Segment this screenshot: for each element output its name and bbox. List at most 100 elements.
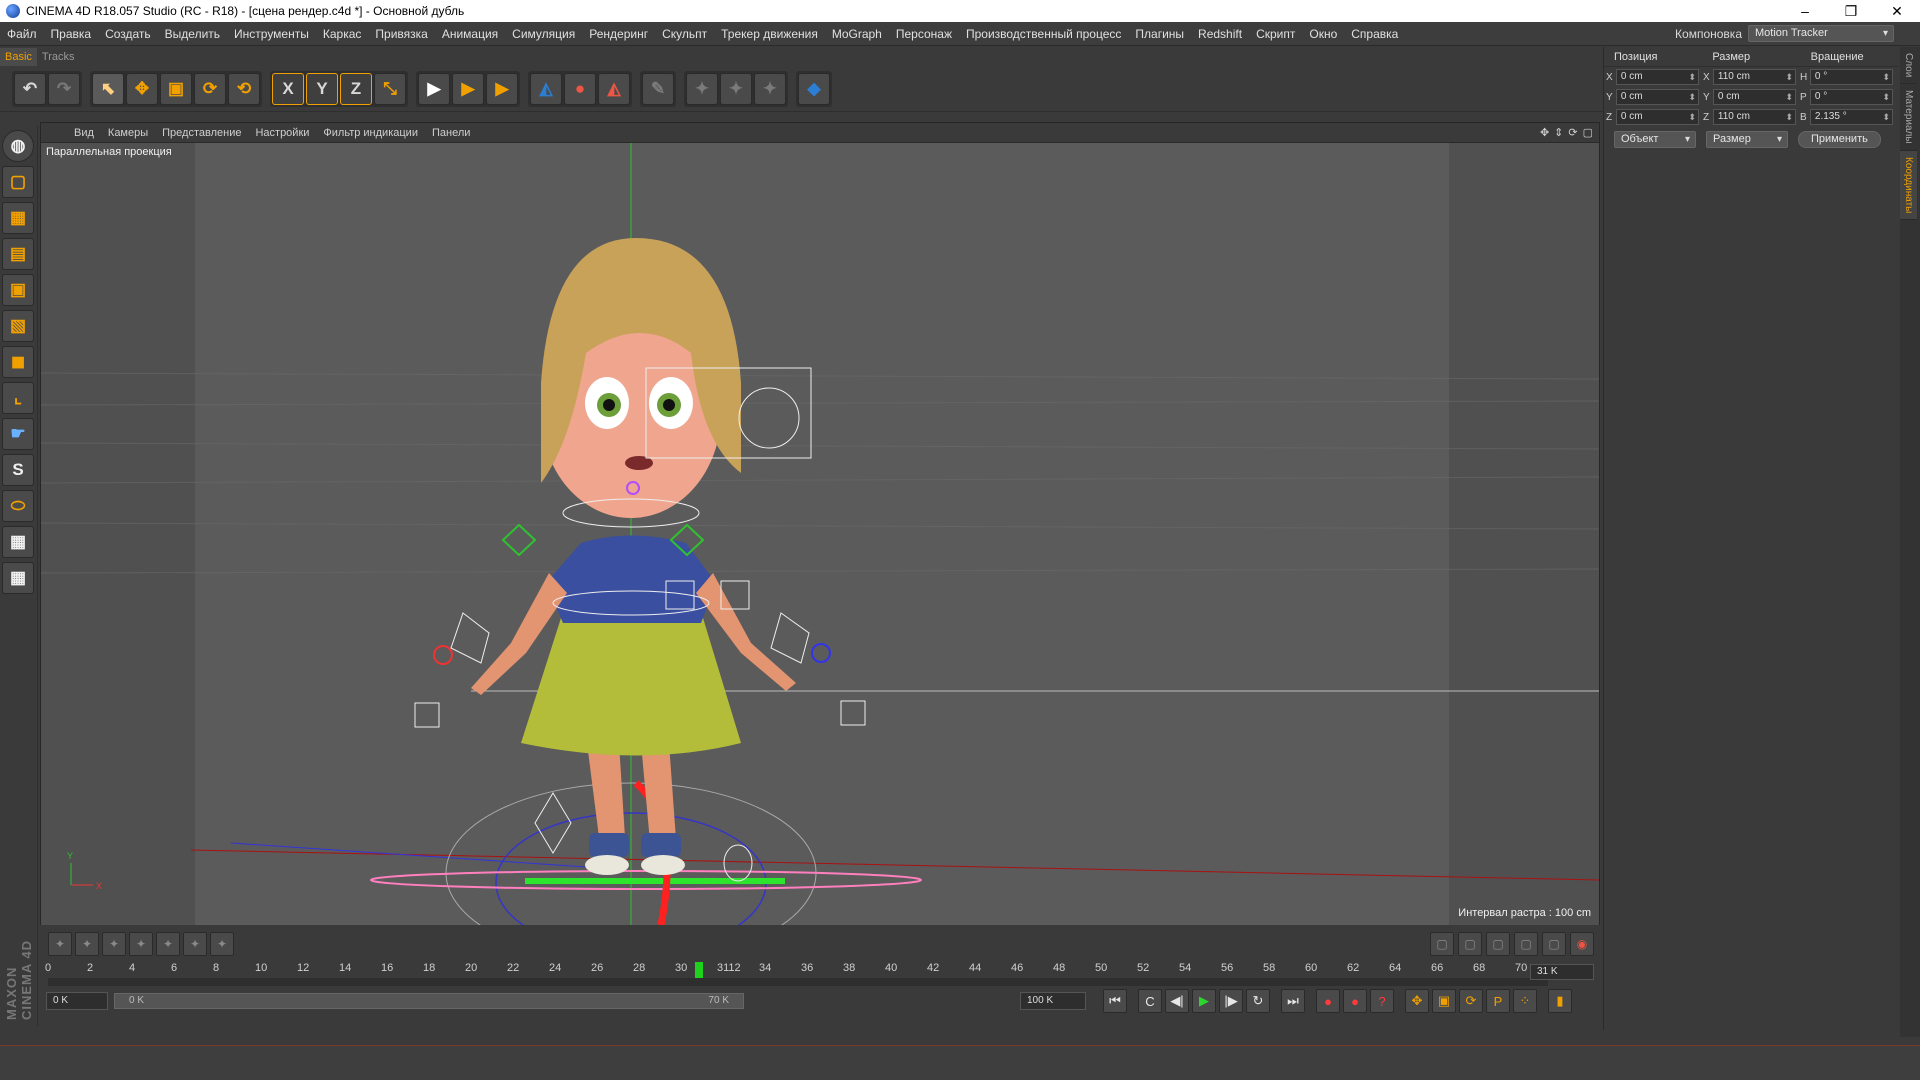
timeline-view-3-icon[interactable]: ▢: [1486, 932, 1510, 956]
record-rotation-button[interactable]: ⟳: [1459, 989, 1483, 1013]
menu-snap[interactable]: Привязка: [368, 27, 434, 41]
tab-tracks[interactable]: Tracks: [37, 48, 80, 66]
size-z-field[interactable]: 110 cm: [1712, 109, 1796, 125]
go-to-start-button[interactable]: ⏮: [1103, 989, 1127, 1013]
render-picture-viewer-icon[interactable]: ▶: [452, 73, 484, 105]
rotation-h-field[interactable]: 0 °: [1809, 69, 1893, 85]
texture-axis-mode-icon[interactable]: ▦: [2, 202, 34, 234]
workplane-mode-icon[interactable]: ▤: [2, 238, 34, 270]
timeline-record-icon[interactable]: ◉: [1570, 932, 1594, 956]
record-position-button[interactable]: ✥: [1405, 989, 1429, 1013]
end-frame-field[interactable]: 100 K: [1020, 992, 1086, 1010]
menu-simulate[interactable]: Симуляция: [505, 27, 582, 41]
redshift-icon[interactable]: ◭: [598, 73, 630, 105]
recent-tool-icon[interactable]: ⟲: [228, 73, 260, 105]
pen-tool-icon[interactable]: ✎: [642, 73, 674, 105]
key-tool-3-icon[interactable]: ✦: [102, 932, 126, 956]
toggle-view-icon[interactable]: ▢: [1583, 126, 1593, 139]
menu-redshift[interactable]: Redshift: [1191, 27, 1249, 41]
viewport-canvas[interactable]: Y X Параллельная проекция Интервал растр…: [41, 143, 1599, 925]
playhead[interactable]: [695, 962, 703, 978]
apply-button[interactable]: Применить: [1798, 131, 1881, 148]
viewport-menu-display[interactable]: Представление: [155, 127, 248, 139]
menu-plugins[interactable]: Плагины: [1128, 27, 1191, 41]
start-frame-field[interactable]: 0 K: [46, 992, 108, 1010]
rotation-b-field[interactable]: 2.135 °: [1809, 109, 1893, 125]
size-mode-dropdown[interactable]: Размер: [1706, 131, 1788, 148]
timeline-view-2-icon[interactable]: ▢: [1458, 932, 1482, 956]
scale-tool-icon[interactable]: ▣: [160, 73, 192, 105]
menu-mesh[interactable]: Каркас: [316, 27, 369, 41]
previous-frame-button[interactable]: ◀|: [1165, 989, 1189, 1013]
coordinate-system-icon[interactable]: ⤡: [374, 73, 406, 105]
workplane-align-icon[interactable]: ▦: [2, 562, 34, 594]
coordinate-mode-dropdown[interactable]: Объект: [1614, 131, 1696, 148]
previous-key-button[interactable]: C: [1138, 989, 1162, 1013]
loop-button[interactable]: ↻: [1246, 989, 1270, 1013]
menu-animate[interactable]: Анимация: [435, 27, 505, 41]
y-axis-lock-button[interactable]: Y: [306, 73, 338, 105]
timeline-ruler[interactable]: 0 2 4 6 8 10 12 14 16 18 20 22 24 26 28 30 3112 34 36 38 40 4…: [45, 960, 1548, 990]
menu-help[interactable]: Справка: [1344, 27, 1405, 41]
select-tool-icon[interactable]: ⬉: [92, 73, 124, 105]
record-active-objects-button[interactable]: ●: [1316, 989, 1340, 1013]
close-button[interactable]: ✕: [1874, 0, 1920, 22]
timeline-view-5-icon[interactable]: ▢: [1542, 932, 1566, 956]
timeline-view-4-icon[interactable]: ▢: [1514, 932, 1538, 956]
menu-sculpt[interactable]: Скульпт: [655, 27, 714, 41]
pan-icon[interactable]: ✥: [1540, 126, 1549, 139]
tab-basic[interactable]: Basic: [0, 48, 37, 66]
current-frame-field[interactable]: 31 K: [1530, 964, 1594, 980]
mograph-cloner-icon[interactable]: ◭: [530, 73, 562, 105]
workplane-lock-icon[interactable]: ▦: [2, 526, 34, 558]
size-y-field[interactable]: 0 cm: [1712, 89, 1796, 105]
snap-icon[interactable]: ⬭: [2, 490, 34, 522]
sphere-object-icon[interactable]: ●: [564, 73, 596, 105]
tweak-mode-icon[interactable]: ☛: [2, 418, 34, 450]
key-tool-6-icon[interactable]: ✦: [183, 932, 207, 956]
viewport-menu-view[interactable]: Вид: [67, 127, 101, 139]
solo-mode-icon[interactable]: S: [2, 454, 34, 486]
timeline-view-1-icon[interactable]: ▢: [1430, 932, 1454, 956]
viewport-menu-options[interactable]: Настройки: [248, 127, 316, 139]
polygons-mode-icon[interactable]: ◼: [2, 346, 34, 378]
menu-create[interactable]: Создать: [98, 27, 158, 41]
x-axis-lock-button[interactable]: X: [272, 73, 304, 105]
record-scale-button[interactable]: ▣: [1432, 989, 1456, 1013]
menu-render[interactable]: Рендеринг: [582, 27, 655, 41]
floor-object-icon[interactable]: ◆: [798, 73, 830, 105]
menu-motion-tracker[interactable]: Трекер движения: [714, 27, 825, 41]
key-tool-4-icon[interactable]: ✦: [129, 932, 153, 956]
position-y-field[interactable]: 0 cm: [1615, 89, 1699, 105]
interpolation-button[interactable]: ▮: [1548, 989, 1572, 1013]
deformer-icon[interactable]: ✦: [686, 73, 718, 105]
undo-button[interactable]: ↶: [14, 73, 46, 105]
menu-edit[interactable]: Правка: [44, 27, 99, 41]
menu-character[interactable]: Персонаж: [889, 27, 959, 41]
menu-script[interactable]: Скрипт: [1249, 27, 1302, 41]
key-tool-2-icon[interactable]: ✦: [75, 932, 99, 956]
viewport-menu-panel[interactable]: Панели: [425, 127, 477, 139]
axis-mode-icon[interactable]: ⌞: [2, 382, 34, 414]
render-settings-icon[interactable]: ▶: [486, 73, 518, 105]
tab-materials[interactable]: Материалы: [1900, 84, 1917, 151]
render-view-icon[interactable]: ▶: [418, 73, 450, 105]
viewport-menu-cameras[interactable]: Камеры: [101, 127, 155, 139]
restore-button[interactable]: ❐: [1828, 0, 1874, 22]
viewport-menu-filter[interactable]: Фильтр индикации: [316, 127, 425, 139]
menu-pipeline[interactable]: Производственный процесс: [959, 27, 1128, 41]
z-axis-lock-button[interactable]: Z: [340, 73, 372, 105]
key-tool-1-icon[interactable]: ✦: [48, 932, 72, 956]
autokeying-button[interactable]: ●: [1343, 989, 1367, 1013]
go-to-end-button[interactable]: ⏭: [1281, 989, 1305, 1013]
tab-layers[interactable]: Слои: [1900, 47, 1917, 85]
texture-mode-icon[interactable]: ◍: [2, 130, 34, 162]
zoom-icon[interactable]: ⇕: [1554, 126, 1563, 139]
redo-button[interactable]: ↷: [48, 73, 80, 105]
size-x-field[interactable]: 110 cm: [1712, 69, 1796, 85]
edges-mode-icon[interactable]: ▧: [2, 310, 34, 342]
menu-mograph[interactable]: MoGraph: [825, 27, 889, 41]
tab-coordinates[interactable]: Координаты: [1900, 150, 1917, 221]
bend-deformer-icon[interactable]: ✦: [720, 73, 752, 105]
minimize-button[interactable]: –: [1782, 0, 1828, 22]
